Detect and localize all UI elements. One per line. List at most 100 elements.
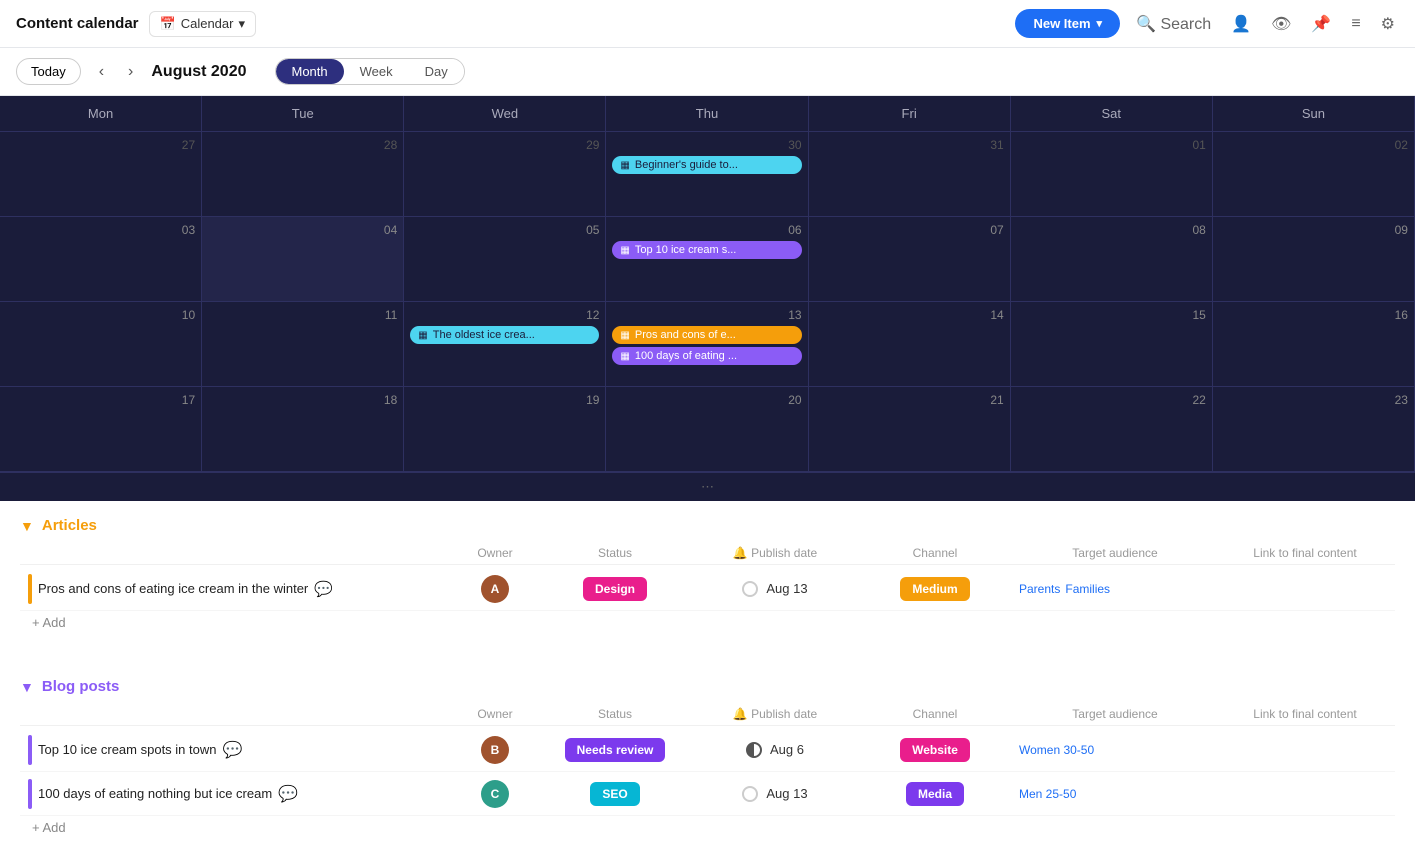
articles-table-header: Owner Status 🔔 Publish date Channel Targ… xyxy=(20,542,1395,565)
cal-cell-w1-d6[interactable]: 09 xyxy=(1213,217,1415,302)
cal-date-w2-d1: 11 xyxy=(208,308,397,326)
cal-cell-w0-d6[interactable]: 02 xyxy=(1213,132,1415,217)
blog-row-1-date-cell: Aug 6 xyxy=(695,742,855,758)
cal-date-w3-d0: 17 xyxy=(6,393,195,411)
cal-date-w3-d1: 18 xyxy=(208,393,397,411)
cal-date-w2-d5: 15 xyxy=(1017,308,1206,326)
blog-row-2-status[interactable]: SEO xyxy=(590,782,639,806)
cal-cell-w1-d1[interactable]: 04 xyxy=(202,217,404,302)
blog-col-channel: Channel xyxy=(855,707,1015,721)
cal-cell-w2-d1[interactable]: 11 xyxy=(202,302,404,387)
calendar-wrapper: Mon Tue Wed Thu Fri Sat Sun 27282930▦Beg… xyxy=(0,96,1415,501)
cal-cell-w2-d3[interactable]: 13▦Pros and cons of e...▦100 days of eat… xyxy=(606,302,808,387)
articles-row-1-chat-icon[interactable]: 💬 xyxy=(314,580,333,598)
blog-row-2-title-cell: 100 days of eating nothing but ice cream… xyxy=(20,779,455,809)
cal-cell-w2-d5[interactable]: 15 xyxy=(1011,302,1213,387)
user-icon[interactable]: 👤 xyxy=(1227,10,1255,38)
cal-cell-w3-d2[interactable]: 19 xyxy=(404,387,606,472)
settings-icon[interactable]: ⚙ xyxy=(1377,10,1399,38)
blog-row-1-status[interactable]: Needs review xyxy=(565,738,666,762)
cal-date-w0-d6: 02 xyxy=(1219,138,1408,156)
articles-row-1-date-cell: Aug 13 xyxy=(695,581,855,597)
blog-add-row[interactable]: + Add xyxy=(20,816,1395,843)
next-month-button[interactable]: › xyxy=(122,61,139,83)
cal-cell-w1-d5[interactable]: 08 xyxy=(1011,217,1213,302)
cal-event-w2-d3-e0[interactable]: ▦Pros and cons of e... xyxy=(612,326,801,344)
header-wed: Wed xyxy=(404,96,606,132)
header-sat: Sat xyxy=(1011,96,1213,132)
articles-collapse-icon[interactable]: ▼ xyxy=(20,518,34,534)
blog-col-title xyxy=(20,707,455,721)
cal-date-w1-d4: 07 xyxy=(815,223,1004,241)
articles-row-1-owner: A xyxy=(455,575,535,603)
cal-cell-w0-d3[interactable]: 30▦Beginner's guide to... xyxy=(606,132,808,217)
blog-row-1-avatar: B xyxy=(481,736,509,764)
week-view-button[interactable]: Week xyxy=(344,59,409,84)
blog-collapse-icon[interactable]: ▼ xyxy=(20,679,34,695)
cal-cell-w3-d0[interactable]: 17 xyxy=(0,387,202,472)
blog-row-1-tag-1[interactable]: Women 30-50 xyxy=(1019,743,1094,757)
header-mon: Mon xyxy=(0,96,202,132)
cal-event-w2-d2-e0[interactable]: ▦The oldest ice crea... xyxy=(410,326,599,344)
cal-cell-w2-d6[interactable]: 16 xyxy=(1213,302,1415,387)
articles-row-1-circle xyxy=(742,581,758,597)
new-item-button[interactable]: New Item ▾ xyxy=(1015,9,1120,38)
cal-event-w2-d3-e1[interactable]: ▦100 days of eating ... xyxy=(612,347,801,365)
filter-icon[interactable]: ≡ xyxy=(1347,11,1364,37)
cal-cell-w3-d3[interactable]: 20 xyxy=(606,387,808,472)
pin-icon[interactable]: 📌 xyxy=(1307,10,1335,38)
bottom-panel: ▼ Articles Owner Status 🔔 Publish date C… xyxy=(0,501,1415,851)
day-view-button[interactable]: Day xyxy=(409,59,464,84)
cal-cell-w1-d4[interactable]: 07 xyxy=(809,217,1011,302)
cal-cell-w3-d5[interactable]: 22 xyxy=(1011,387,1213,472)
blog-row-1-chat-icon[interactable]: 💬 xyxy=(222,740,242,760)
cal-date-w3-d6: 23 xyxy=(1219,393,1408,411)
blog-row-2-chat-icon[interactable]: 💬 xyxy=(278,784,298,804)
blog-section-title: Blog posts xyxy=(42,678,120,695)
cal-cell-w1-d2[interactable]: 05 xyxy=(404,217,606,302)
view-selector-btn[interactable]: 📅 Calendar ▾ xyxy=(149,11,256,37)
cal-cell-w2-d0[interactable]: 10 xyxy=(0,302,202,387)
blog-col-link: Link to final content xyxy=(1215,707,1395,721)
articles-col-channel: Channel xyxy=(855,546,1015,560)
articles-add-row[interactable]: + Add xyxy=(20,611,1395,638)
cal-cell-w0-d1[interactable]: 28 xyxy=(202,132,404,217)
articles-row-1-tag-1[interactable]: Parents xyxy=(1019,582,1060,596)
cal-cell-w1-d0[interactable]: 03 xyxy=(0,217,202,302)
cal-cell-w2-d4[interactable]: 14 xyxy=(809,302,1011,387)
cal-event-w1-d3-e0[interactable]: ▦Top 10 ice cream s... xyxy=(612,241,801,259)
calendar-icon: 📅 xyxy=(160,16,176,32)
cal-cell-w0-d5[interactable]: 01 xyxy=(1011,132,1213,217)
articles-row-1-status[interactable]: Design xyxy=(583,577,647,601)
search-button[interactable]: 🔍 Search xyxy=(1132,10,1215,38)
articles-row-1-tag-2[interactable]: Families xyxy=(1065,582,1110,596)
cal-cell-w1-d3[interactable]: 06▦Top 10 ice cream s... xyxy=(606,217,808,302)
blog-row-2-channel[interactable]: Media xyxy=(906,782,964,806)
blog-row-2-date-cell: Aug 13 xyxy=(695,786,855,802)
cal-date-w0-d0: 27 xyxy=(6,138,195,156)
cal-cell-w0-d4[interactable]: 31 xyxy=(809,132,1011,217)
blog-row-2-date: Aug 13 xyxy=(766,786,807,801)
blog-row-2-tag-1[interactable]: Men 25-50 xyxy=(1019,787,1076,801)
today-button[interactable]: Today xyxy=(16,58,81,85)
header-tue: Tue xyxy=(202,96,404,132)
cal-cell-w0-d2[interactable]: 29 xyxy=(404,132,606,217)
resize-handle[interactable]: ⋯ xyxy=(0,472,1415,501)
cal-date-w0-d3: 30 xyxy=(612,138,801,156)
articles-row-1-title-cell: Pros and cons of eating ice cream in the… xyxy=(20,574,455,604)
articles-row-1-avatar: A xyxy=(481,575,509,603)
month-view-button[interactable]: Month xyxy=(276,59,344,84)
cal-cell-w0-d0[interactable]: 27 xyxy=(0,132,202,217)
articles-row-1-channel[interactable]: Medium xyxy=(900,577,969,601)
cal-event-w0-d3-e0[interactable]: ▦Beginner's guide to... xyxy=(612,156,801,174)
articles-col-publish-date: 🔔 Publish date xyxy=(695,546,855,560)
cal-cell-w3-d4[interactable]: 21 xyxy=(809,387,1011,472)
prev-month-button[interactable]: ‹ xyxy=(93,61,110,83)
blog-row-1-channel[interactable]: Website xyxy=(900,738,970,762)
cal-date-w1-d1: 04 xyxy=(208,223,397,241)
eye-icon[interactable]: 👁 xyxy=(1267,10,1295,38)
cal-cell-w3-d6[interactable]: 23 xyxy=(1213,387,1415,472)
cal-cell-w2-d2[interactable]: 12▦The oldest ice crea... xyxy=(404,302,606,387)
cal-cell-w3-d1[interactable]: 18 xyxy=(202,387,404,472)
articles-row-1-tags: Parents Families xyxy=(1015,582,1215,596)
